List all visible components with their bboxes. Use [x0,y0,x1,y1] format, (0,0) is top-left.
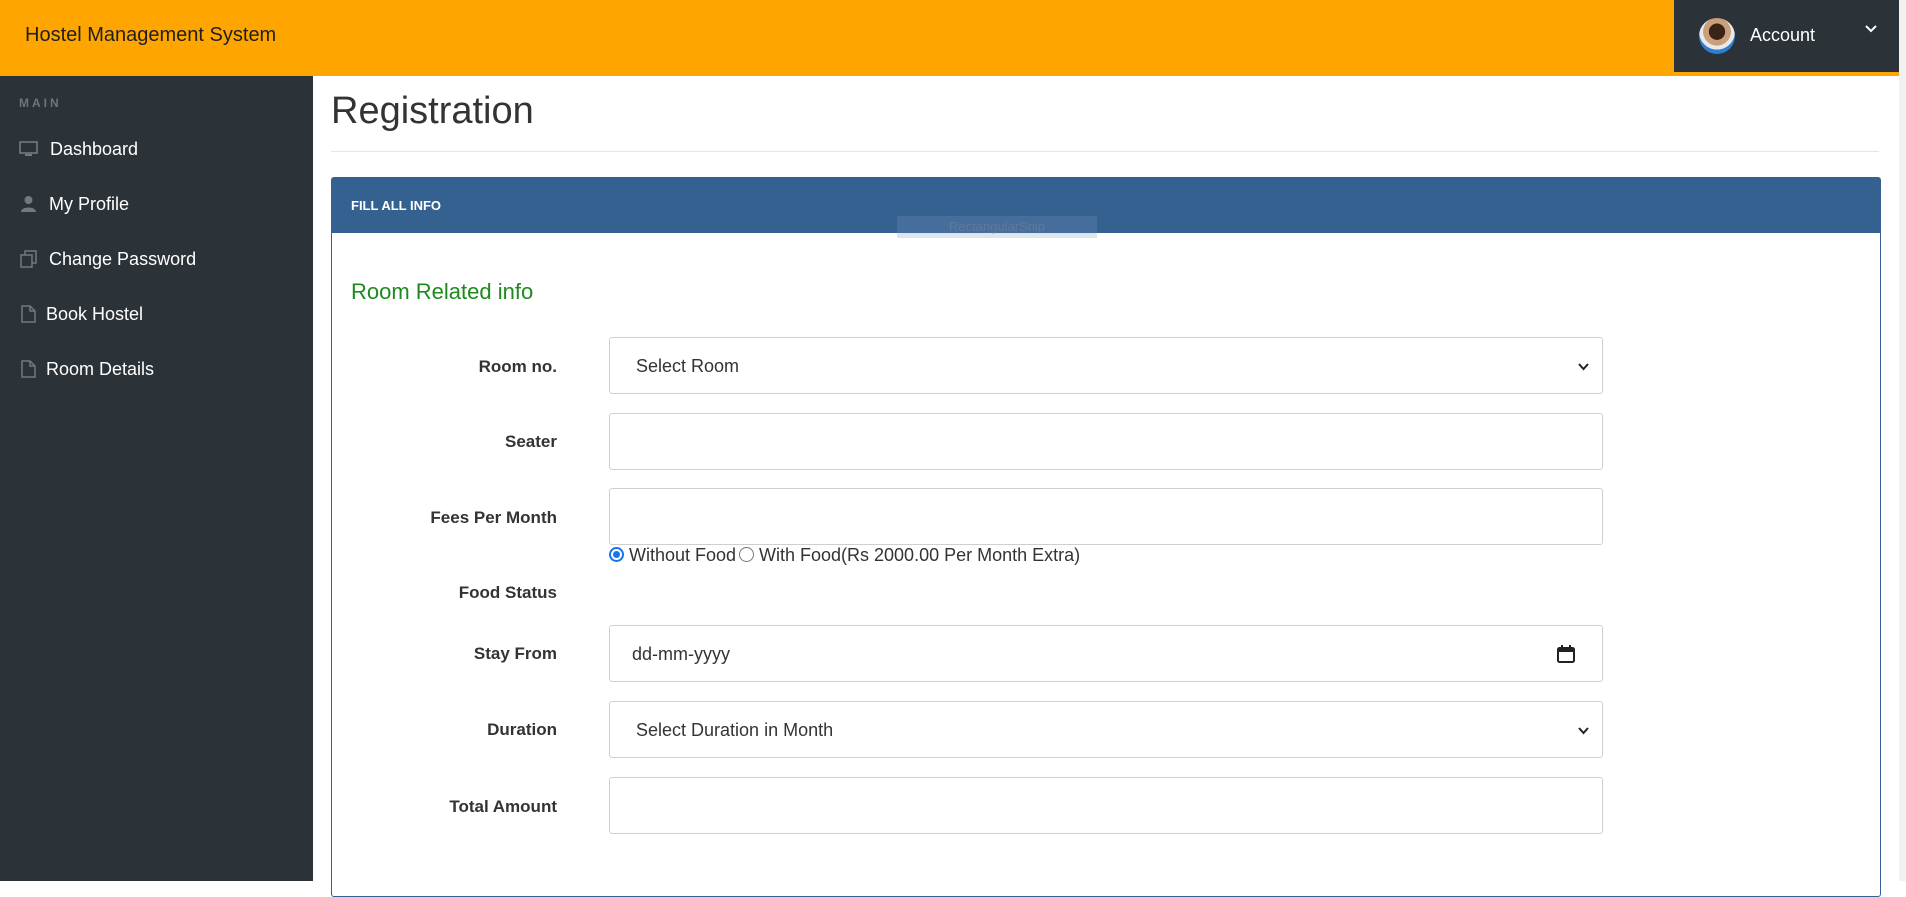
without-food-label[interactable]: Without Food [629,545,736,566]
sidebar-item-change-password[interactable]: Change Password [0,239,313,279]
files-icon [20,250,37,268]
sidebar-item-label: My Profile [49,194,130,214]
top-bar: Hostel Management System [0,0,1906,76]
file-icon [21,305,36,323]
divider [331,151,1879,152]
total-amount-field[interactable] [609,777,1603,834]
account-label: Account [1750,25,1816,45]
sidebar-item-label: Dashboard [50,139,139,159]
panel-heading-text: FILL ALL INFO [351,198,442,213]
sidebar: MAIN Dashboard My Profile Change Passwor… [0,76,313,881]
chevron-down-icon [1578,363,1589,371]
sidebar-item-dashboard[interactable]: Dashboard [0,129,313,169]
sidebar-item-label: Book Hostel [46,304,144,324]
fees-field[interactable] [609,488,1603,545]
food-status-label: Food Status [458,583,557,602]
main-content: Registration FILL ALL INFO RectangularSn… [313,76,1899,897]
chevron-down-icon [1578,727,1589,735]
seater-label: Seater [505,432,557,451]
user-icon [21,196,36,212]
stay-from-placeholder: dd-mm-yyyy [632,644,730,664]
page-title: Registration [331,90,534,132]
without-food-radio[interactable] [609,547,624,562]
duration-label: Duration [487,720,557,739]
account-menu[interactable]: Account [1674,0,1899,72]
sidebar-item-room-details[interactable]: Room Details [0,349,313,389]
sidebar-item-my-profile[interactable]: My Profile [0,184,313,224]
scrollbar[interactable] [1899,0,1906,881]
sidebar-item-book-hostel[interactable]: Book Hostel [0,294,313,334]
room-no-label: Room no. [478,357,557,376]
with-food-radio[interactable] [739,547,754,562]
sidebar-item-label: Change Password [49,249,197,269]
panel-heading: FILL ALL INFO [332,178,1880,233]
fees-label: Fees Per Month [430,508,557,527]
section-title: Room Related info [351,279,534,304]
total-amount-label: Total Amount [449,797,557,816]
sidebar-section-label: MAIN [19,96,62,110]
room-select[interactable]: Select Room [609,337,1603,394]
calendar-icon[interactable] [1556,644,1576,664]
snip-overlay: RectangularSnip [897,216,1097,238]
room-select-value: Select Room [636,356,740,376]
avatar [1699,18,1735,54]
duration-select[interactable]: Select Duration in Month [609,701,1603,758]
app-title: Hostel Management System [25,24,277,46]
stay-from-date-input[interactable]: dd-mm-yyyy [609,625,1603,682]
registration-panel: FILL ALL INFO RectangularSnip Room Relat… [331,177,1881,897]
stay-from-label: Stay From [473,644,557,663]
file-icon [21,360,36,378]
duration-select-value: Select Duration in Month [636,720,834,740]
sidebar-item-label: Room Details [46,359,155,379]
chevron-down-icon [1865,25,1877,33]
seater-field[interactable] [609,413,1603,470]
monitor-icon [19,141,38,156]
with-food-label[interactable]: With Food(Rs 2000.00 Per Month Extra) [759,545,1080,566]
